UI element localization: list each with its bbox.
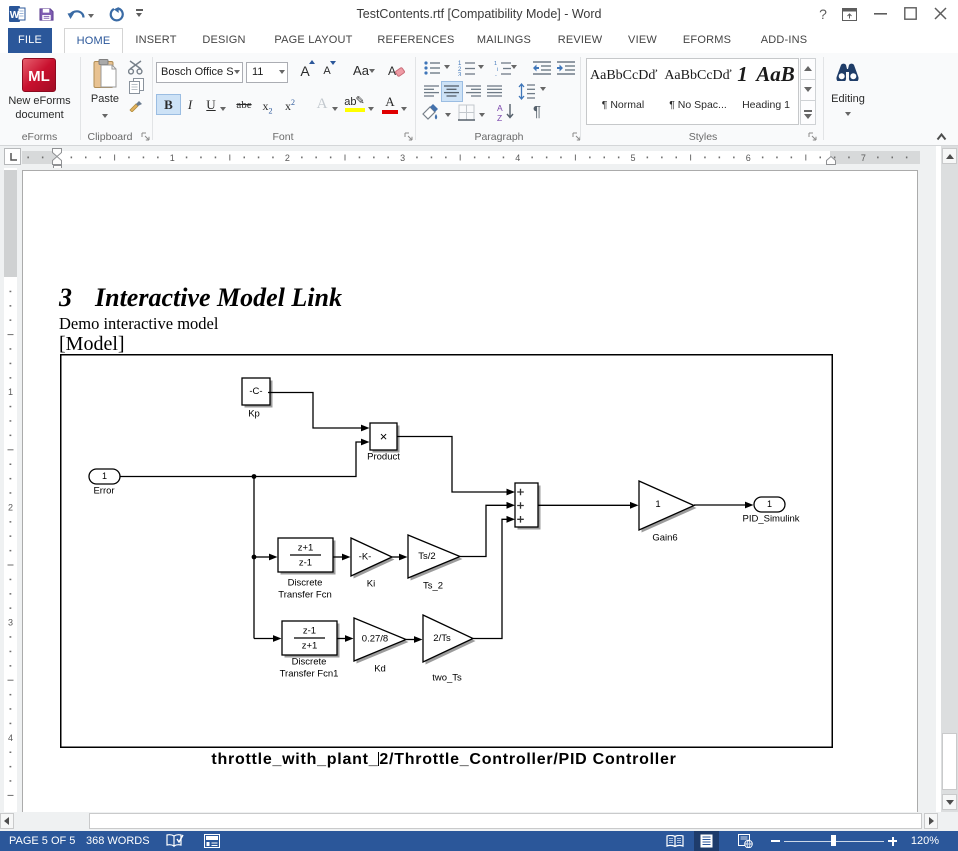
svg-text:2: 2 xyxy=(8,502,13,512)
svg-text:1: 1 xyxy=(8,387,13,397)
svg-text:2: 2 xyxy=(285,153,290,163)
svg-text:z+1: z+1 xyxy=(302,641,318,652)
svg-text:two_Ts: two_Ts xyxy=(432,673,462,684)
svg-text:1: 1 xyxy=(767,499,772,509)
svg-text:3: 3 xyxy=(458,73,462,77)
svg-text:Product: Product xyxy=(367,452,400,463)
svg-text:ML: ML xyxy=(28,68,50,85)
svg-text:Ki: Ki xyxy=(367,579,375,590)
svg-text:Kp: Kp xyxy=(248,409,260,420)
svg-text:Discrete: Discrete xyxy=(288,578,323,589)
svg-text:2/Ts: 2/Ts xyxy=(433,633,451,644)
svg-text:×: × xyxy=(380,429,388,444)
svg-text:Discrete: Discrete xyxy=(292,657,327,668)
svg-text:z-1: z-1 xyxy=(303,626,316,637)
svg-text:z+1: z+1 xyxy=(298,543,314,554)
svg-text:3: 3 xyxy=(400,153,405,163)
svg-text:-K-: -K- xyxy=(359,552,372,563)
svg-text:5: 5 xyxy=(630,153,635,163)
svg-text:i: i xyxy=(497,67,498,73)
svg-text:PID_Simulink: PID_Simulink xyxy=(742,514,799,525)
svg-text:Transfer Fcn1: Transfer Fcn1 xyxy=(280,669,339,680)
svg-text:Z: Z xyxy=(497,113,502,121)
svg-text:6: 6 xyxy=(746,153,751,163)
svg-text:Gain6: Gain6 xyxy=(652,533,677,544)
svg-text:Transfer Fcn: Transfer Fcn xyxy=(278,590,332,601)
svg-text:0.27/8: 0.27/8 xyxy=(362,634,388,645)
svg-text:Error: Error xyxy=(93,486,114,497)
svg-text:-: - xyxy=(495,73,497,77)
svg-text:A: A xyxy=(388,64,396,78)
svg-text:Kd: Kd xyxy=(374,664,386,675)
svg-text:A: A xyxy=(497,103,503,113)
svg-text:3: 3 xyxy=(8,618,13,628)
svg-text:1: 1 xyxy=(102,471,107,481)
svg-text:z-1: z-1 xyxy=(299,558,312,569)
svg-text:-C-: -C- xyxy=(249,386,262,397)
svg-text:Ts_2: Ts_2 xyxy=(423,581,443,592)
svg-text:4: 4 xyxy=(8,733,13,743)
svg-text:1: 1 xyxy=(170,153,175,163)
svg-text:1: 1 xyxy=(655,499,660,510)
svg-text:4: 4 xyxy=(515,153,520,163)
svg-text:Ts/2: Ts/2 xyxy=(418,551,435,562)
svg-text:7: 7 xyxy=(861,153,866,163)
